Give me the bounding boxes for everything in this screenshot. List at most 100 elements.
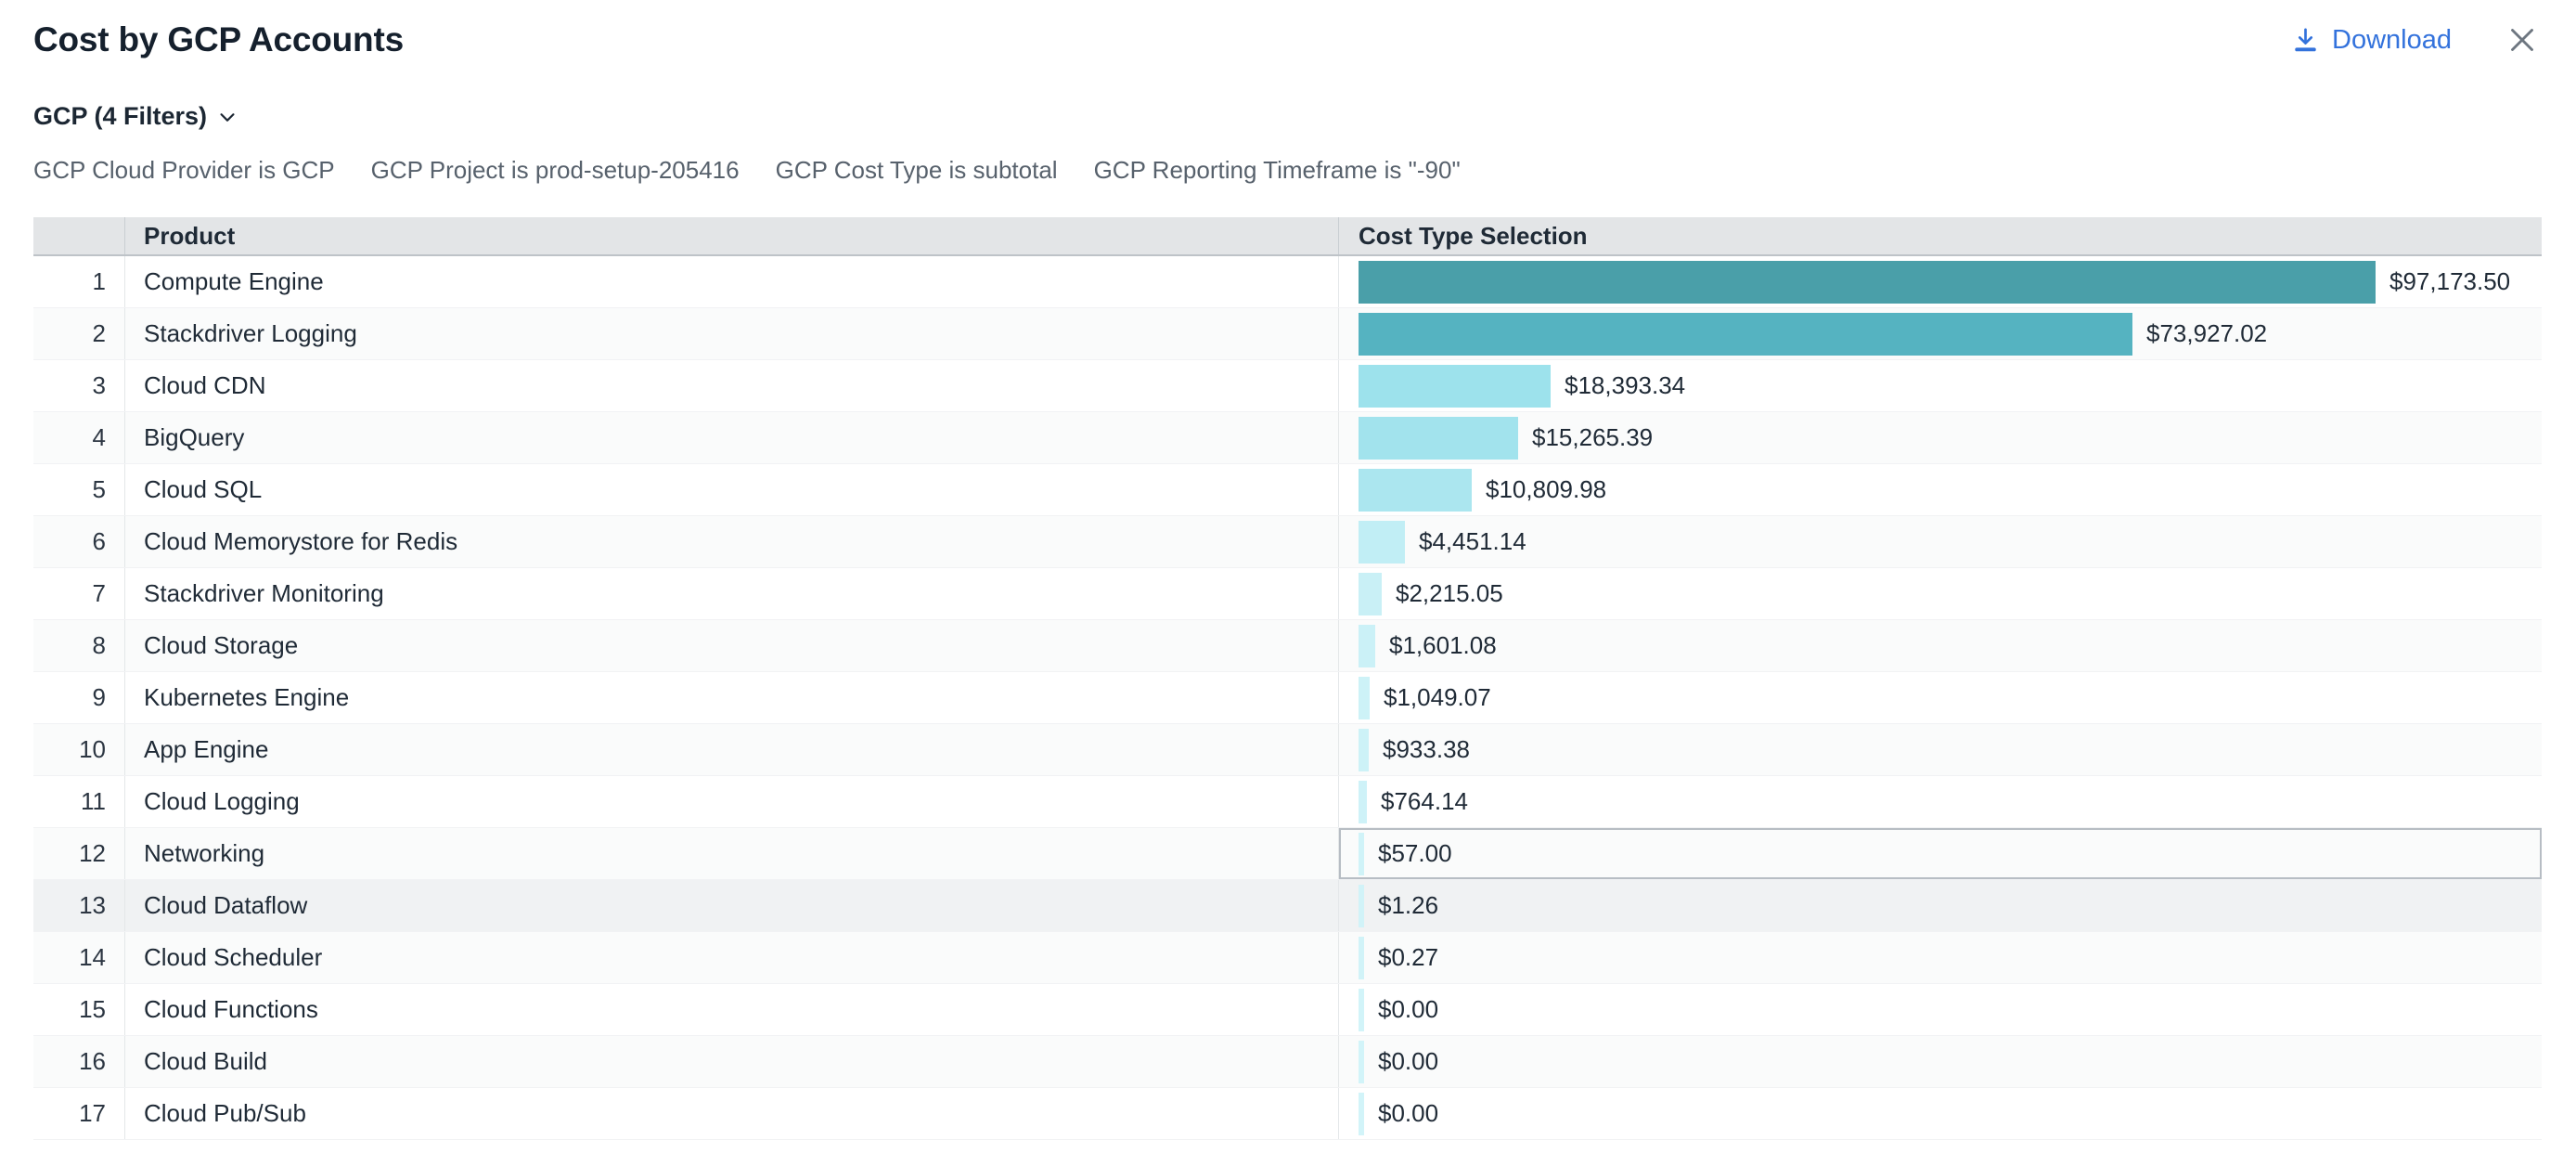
- filter-chip-cloud-provider: GCP Cloud Provider is GCP: [33, 156, 335, 185]
- table-row[interactable]: 14 Cloud Scheduler $0.27: [33, 932, 2542, 984]
- close-button[interactable]: [2505, 23, 2539, 57]
- cost-bar[interactable]: [1359, 469, 1472, 512]
- filter-chip-reporting-timeframe: GCP Reporting Timeframe is "-90": [1094, 156, 1461, 185]
- download-icon: [2291, 25, 2320, 56]
- close-icon: [2505, 45, 2539, 59]
- cost-bar[interactable]: [1359, 261, 2376, 304]
- download-button[interactable]: Download: [2291, 25, 2452, 56]
- cost-bar[interactable]: [1359, 573, 1382, 615]
- cost-bar[interactable]: [1359, 313, 2132, 356]
- cost-cell[interactable]: $0.00: [1339, 1088, 2542, 1139]
- product-cell: Cloud Memorystore for Redis: [125, 516, 1339, 567]
- table-row[interactable]: 16 Cloud Build $0.00: [33, 1036, 2542, 1088]
- filter-chip-cost-type: GCP Cost Type is subtotal: [776, 156, 1058, 185]
- cost-bar[interactable]: [1359, 677, 1370, 719]
- product-cell: Cloud CDN: [125, 360, 1339, 411]
- cost-bar[interactable]: [1359, 417, 1518, 460]
- row-number: 1: [33, 256, 125, 307]
- page-title: Cost by GCP Accounts: [33, 20, 2291, 59]
- product-cell: Cloud Functions: [125, 984, 1339, 1035]
- cost-cell[interactable]: $933.38: [1339, 724, 2542, 775]
- cost-value: $0.27: [1378, 943, 1438, 972]
- cost-cell[interactable]: $764.14: [1339, 776, 2542, 827]
- cost-value: $1,601.08: [1389, 631, 1497, 660]
- product-column-header[interactable]: Product: [125, 217, 1339, 254]
- row-number: 11: [33, 776, 125, 827]
- download-label: Download: [2332, 25, 2452, 56]
- row-number: 2: [33, 308, 125, 359]
- cost-value: $0.00: [1378, 1099, 1438, 1128]
- filters-section: GCP (4 Filters) GCP Cloud Provider is GC…: [33, 102, 2543, 185]
- cost-bar[interactable]: [1359, 885, 1364, 927]
- product-cell: Cloud Storage: [125, 620, 1339, 671]
- table-row[interactable]: 13 Cloud Dataflow $1.26: [33, 880, 2542, 932]
- cost-cell[interactable]: $0.00: [1339, 1036, 2542, 1087]
- cost-bar[interactable]: [1359, 937, 1364, 979]
- cost-bar[interactable]: [1359, 989, 1364, 1031]
- cost-bar[interactable]: [1359, 625, 1375, 667]
- chevron-down-icon: [217, 107, 238, 127]
- table-row[interactable]: 11 Cloud Logging $764.14: [33, 776, 2542, 828]
- row-number: 5: [33, 464, 125, 515]
- cost-value: $764.14: [1381, 787, 1468, 816]
- table-body: 1 Compute Engine $97,173.50 2 Stackdrive…: [33, 256, 2542, 1140]
- product-cell: Cloud Dataflow: [125, 880, 1339, 931]
- cost-value: $1.26: [1378, 891, 1438, 920]
- cost-bar[interactable]: [1359, 781, 1367, 823]
- cost-column-header[interactable]: Cost Type Selection: [1339, 217, 2542, 254]
- panel-header: Cost by GCP Accounts Download: [0, 0, 2576, 59]
- product-cell: Cloud Scheduler: [125, 932, 1339, 983]
- table-row[interactable]: 5 Cloud SQL $10,809.98: [33, 464, 2542, 516]
- table-row[interactable]: 2 Stackdriver Logging $73,927.02: [33, 308, 2542, 360]
- filter-chip-project: GCP Project is prod-setup-205416: [371, 156, 740, 185]
- table-row[interactable]: 17 Cloud Pub/Sub $0.00: [33, 1088, 2542, 1140]
- row-number: 16: [33, 1036, 125, 1087]
- row-number-header: [33, 217, 125, 254]
- table-row[interactable]: 4 BigQuery $15,265.39: [33, 412, 2542, 464]
- table-row[interactable]: 9 Kubernetes Engine $1,049.07: [33, 672, 2542, 724]
- product-cell: Cloud Build: [125, 1036, 1339, 1087]
- product-cell: Compute Engine: [125, 256, 1339, 307]
- table-row[interactable]: 12 Networking $57.00: [33, 828, 2542, 880]
- table-row[interactable]: 15 Cloud Functions $0.00: [33, 984, 2542, 1036]
- row-number: 8: [33, 620, 125, 671]
- cost-cell[interactable]: $0.00: [1339, 984, 2542, 1035]
- row-number: 12: [33, 828, 125, 879]
- cost-bar[interactable]: [1359, 729, 1369, 771]
- cost-cell[interactable]: $57.00: [1339, 828, 2542, 879]
- cost-cell[interactable]: $1.26: [1339, 880, 2542, 931]
- filter-group-toggle[interactable]: GCP (4 Filters): [33, 102, 238, 131]
- cost-cell[interactable]: $15,265.39: [1339, 412, 2542, 463]
- table-row[interactable]: 10 App Engine $933.38: [33, 724, 2542, 776]
- cost-cell[interactable]: $18,393.34: [1339, 360, 2542, 411]
- cost-value: $933.38: [1383, 735, 1470, 764]
- cost-bar[interactable]: [1359, 833, 1364, 875]
- row-number: 9: [33, 672, 125, 723]
- table-row[interactable]: 6 Cloud Memorystore for Redis $4,451.14: [33, 516, 2542, 568]
- cost-cell[interactable]: $73,927.02: [1339, 308, 2542, 359]
- product-cell: Cloud SQL: [125, 464, 1339, 515]
- cost-bar[interactable]: [1359, 1093, 1364, 1135]
- table-row[interactable]: 7 Stackdriver Monitoring $2,215.05: [33, 568, 2542, 620]
- cost-cell[interactable]: $1,601.08: [1339, 620, 2542, 671]
- cost-value: $4,451.14: [1419, 527, 1526, 556]
- table-row[interactable]: 3 Cloud CDN $18,393.34: [33, 360, 2542, 412]
- cost-cell[interactable]: $2,215.05: [1339, 568, 2542, 619]
- cost-cell[interactable]: $1,049.07: [1339, 672, 2542, 723]
- cost-cell[interactable]: $10,809.98: [1339, 464, 2542, 515]
- cost-value: $2,215.05: [1396, 579, 1503, 608]
- cost-bar[interactable]: [1359, 521, 1405, 564]
- cost-cell[interactable]: $97,173.50: [1339, 256, 2542, 307]
- table-row[interactable]: 1 Compute Engine $97,173.50: [33, 256, 2542, 308]
- cost-bar[interactable]: [1359, 365, 1551, 408]
- table-row[interactable]: 8 Cloud Storage $1,601.08: [33, 620, 2542, 672]
- cost-cell[interactable]: $0.27: [1339, 932, 2542, 983]
- cost-bar[interactable]: [1359, 1041, 1364, 1083]
- row-number: 10: [33, 724, 125, 775]
- cost-value: $10,809.98: [1486, 475, 1606, 504]
- cost-cell[interactable]: $4,451.14: [1339, 516, 2542, 567]
- table-header-row: Product Cost Type Selection: [33, 217, 2542, 256]
- cost-value: $57.00: [1378, 839, 1452, 868]
- filter-group-label: GCP (4 Filters): [33, 102, 207, 131]
- row-number: 7: [33, 568, 125, 619]
